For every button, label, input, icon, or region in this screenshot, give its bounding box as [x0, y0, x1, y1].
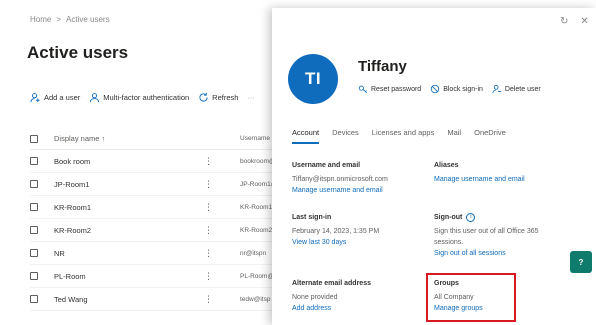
- row-checkbox[interactable]: [30, 226, 38, 234]
- last-signin-value: February 14, 2023, 1:35 PM: [292, 228, 380, 235]
- row-display-name[interactable]: Ted Wang: [54, 295, 204, 304]
- refresh-icon: [199, 92, 208, 102]
- username-section: Username and email Tiffany@itspn.onmicro…: [292, 160, 427, 196]
- row-checkbox[interactable]: [30, 157, 38, 165]
- signout-description: Sign this user out of all Office 365 ses…: [434, 228, 539, 246]
- help-button[interactable]: ?: [570, 251, 592, 273]
- signout-heading: Sign-out: [434, 214, 463, 221]
- close-icon[interactable]: ✕: [580, 16, 588, 27]
- delete-user-icon: [492, 85, 502, 94]
- row-more-icon[interactable]: ⋮: [204, 179, 240, 190]
- breadcrumb-separator: >: [56, 15, 62, 24]
- delete-user-button[interactable]: Delete user: [492, 84, 541, 94]
- user-icon: [90, 93, 100, 103]
- tab-devices[interactable]: Devices: [332, 128, 359, 144]
- tab-mail[interactable]: Mail: [447, 128, 461, 144]
- row-more-icon[interactable]: ⋮: [204, 156, 240, 167]
- add-user-button[interactable]: Add a user: [30, 92, 80, 103]
- row-display-name[interactable]: KR-Room1: [54, 203, 204, 212]
- add-address-link[interactable]: Add address: [292, 303, 427, 314]
- alternate-email-section: Alternate email address None provided Ad…: [292, 278, 427, 314]
- reset-password-label: Reset password: [371, 85, 422, 93]
- add-user-icon: [30, 93, 40, 103]
- table-row[interactable]: JP-Room1 ⋮ JP-Room1@: [30, 173, 280, 196]
- column-display-name[interactable]: Display name ↑: [54, 134, 204, 143]
- users-grid: Display name ↑ Username Book room ⋮ book…: [30, 128, 280, 311]
- page-title: Active users: [27, 43, 129, 62]
- tab-onedrive[interactable]: OneDrive: [474, 128, 506, 144]
- row-checkbox[interactable]: [30, 203, 38, 211]
- sign-out-all-sessions-link[interactable]: Sign out of all sessions: [434, 248, 564, 259]
- add-user-label: Add a user: [44, 93, 81, 102]
- user-actions: Reset password Block sign-in Delete user: [358, 84, 541, 94]
- last-signin-section: Last sign-in February 14, 2023, 1:35 PM …: [292, 212, 427, 248]
- grid-header: Display name ↑ Username: [30, 128, 280, 150]
- block-icon: [431, 84, 440, 94]
- manage-aliases-link[interactable]: Manage username and email: [434, 174, 584, 185]
- avatar: TI: [288, 54, 338, 104]
- username-value: Tiffany@itspn.onmicrosoft.com: [292, 176, 388, 183]
- row-display-name[interactable]: Book room: [54, 157, 204, 166]
- user-display-name: Tiffany: [358, 58, 407, 75]
- delete-user-label: Delete user: [504, 85, 541, 93]
- last-signin-heading: Last sign-in: [292, 214, 332, 221]
- alternate-email-value: None provided: [292, 294, 338, 301]
- mfa-label: Multi-factor authentication: [103, 93, 190, 102]
- breadcrumb-current: Active users: [66, 15, 110, 24]
- row-more-icon[interactable]: ⋮: [204, 271, 240, 282]
- row-checkbox[interactable]: [30, 295, 38, 303]
- breadcrumb: Home > Active users: [30, 15, 110, 24]
- row-display-name[interactable]: PL-Room: [54, 272, 204, 281]
- row-display-name[interactable]: NR: [54, 249, 204, 258]
- select-all-checkbox[interactable]: [30, 134, 38, 143]
- command-bar: Add a user Multi-factor authentication R…: [30, 92, 255, 103]
- row-more-icon[interactable]: ⋮: [204, 202, 240, 213]
- signout-section: Sign-out i Sign this user out of all Off…: [434, 212, 564, 259]
- row-more-icon[interactable]: ⋮: [204, 294, 240, 305]
- row-checkbox[interactable]: [30, 180, 38, 188]
- tab-account[interactable]: Account: [292, 128, 320, 144]
- block-sign-in-button[interactable]: Block sign-in: [430, 84, 483, 94]
- reset-password-button[interactable]: Reset password: [358, 84, 421, 94]
- breadcrumb-home[interactable]: Home: [30, 15, 51, 24]
- table-row[interactable]: Ted Wang ⋮ tedw@itsp: [30, 288, 280, 311]
- row-checkbox[interactable]: [30, 272, 38, 280]
- username-heading: Username and email: [292, 162, 361, 169]
- panel-header-icons: ↻ ✕: [560, 16, 589, 27]
- row-display-name[interactable]: KR-Room2: [54, 226, 204, 235]
- aliases-heading: Aliases: [434, 162, 459, 169]
- panel-tabs: Account Devices Licenses and apps Mail O…: [292, 128, 506, 144]
- tab-licenses-and-apps[interactable]: Licenses and apps: [372, 128, 435, 144]
- row-more-icon[interactable]: ⋮: [204, 248, 240, 259]
- info-icon[interactable]: i: [466, 213, 476, 222]
- alternate-email-heading: Alternate email address: [292, 280, 371, 287]
- more-options-icon[interactable]: ···: [247, 93, 255, 102]
- row-more-icon[interactable]: ⋮: [204, 225, 240, 236]
- table-row[interactable]: PL-Room ⋮ PL-Room@: [30, 265, 280, 288]
- refresh-button[interactable]: Refresh: [198, 92, 238, 103]
- row-display-name[interactable]: JP-Room1: [54, 180, 204, 189]
- table-row[interactable]: KR-Room1 ⋮ KR-Room1@: [30, 196, 280, 219]
- groups-highlight-box: [426, 273, 516, 322]
- mfa-button[interactable]: Multi-factor authentication: [89, 92, 189, 103]
- key-icon: [358, 85, 368, 94]
- block-sign-in-label: Block sign-in: [443, 85, 483, 93]
- view-last-30-days-link[interactable]: View last 30 days: [292, 237, 427, 248]
- manage-username-link[interactable]: Manage username and email: [292, 185, 427, 196]
- row-checkbox[interactable]: [30, 249, 38, 257]
- table-row[interactable]: KR-Room2 ⋮ KR-Room2@: [30, 219, 280, 242]
- refresh-icon[interactable]: ↻: [560, 16, 568, 27]
- aliases-section: Aliases Manage username and email: [434, 160, 584, 185]
- refresh-label: Refresh: [212, 93, 239, 102]
- table-row[interactable]: NR ⋮ nr@itspn: [30, 242, 280, 265]
- table-row[interactable]: Book room ⋮ bookroom@: [30, 150, 280, 173]
